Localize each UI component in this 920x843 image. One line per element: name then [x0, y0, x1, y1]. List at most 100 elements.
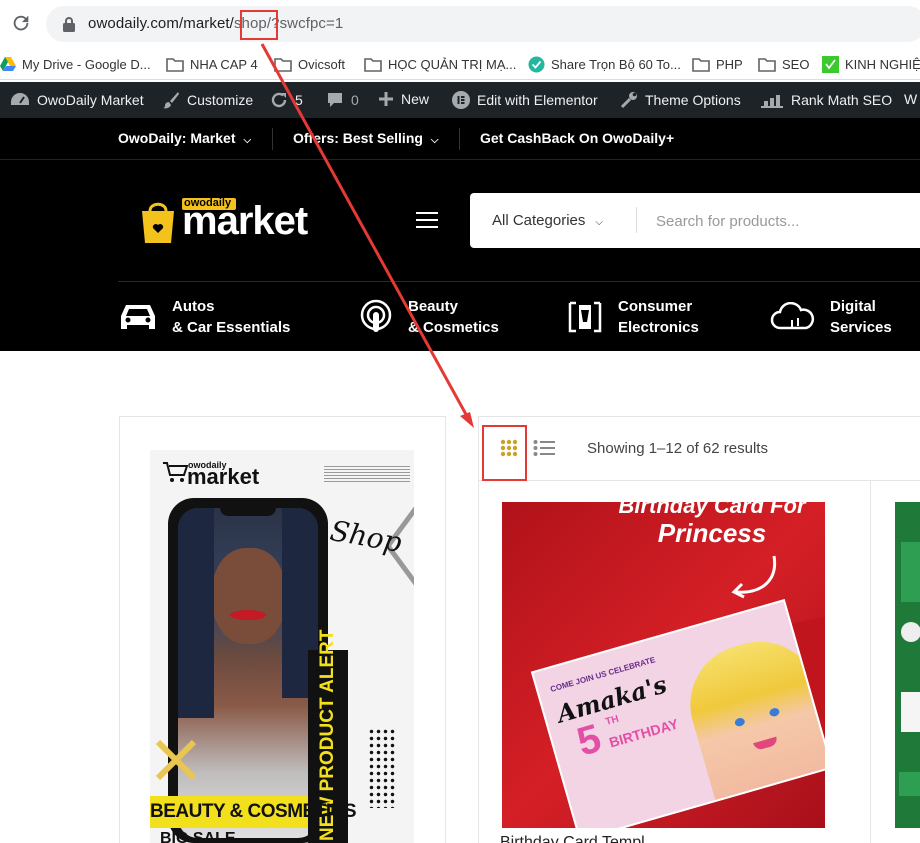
divider: [459, 128, 460, 150]
topnav-offers[interactable]: Offers: Best Selling ⌵: [293, 130, 439, 146]
bookmark-label: Ovicsoft: [298, 56, 345, 72]
category-digital[interactable]: Digital Services: [770, 296, 892, 338]
bookmark-seo[interactable]: SEO: [758, 55, 809, 73]
page: owodaily.com/market/shop/?swcfpc=1 My Dr…: [0, 0, 920, 843]
list-view-icon[interactable]: [533, 439, 555, 457]
phone-frame: [168, 498, 328, 843]
chevron-down-icon: ⌵: [430, 135, 439, 146]
green-square-icon: [822, 55, 839, 73]
phone-case-icon: [568, 301, 602, 333]
product-image-next[interactable]: [895, 502, 920, 828]
result-count: Showing 1–12 of 62 results: [587, 440, 768, 457]
divider: [272, 128, 273, 150]
admin-new-link[interactable]: New: [378, 91, 429, 107]
wrench-icon: [620, 92, 637, 109]
google-drive-icon: [0, 57, 16, 71]
bookmark-label: My Drive - Google D...: [22, 56, 151, 72]
top-nav: OwoDaily: Market ⌵ Offers: Best Selling ⌵ …: [0, 118, 920, 160]
reload-icon[interactable]: [10, 12, 32, 34]
menu-icon[interactable]: [416, 212, 438, 228]
admin-site-label: OwoDaily Market: [37, 92, 144, 108]
category-label: & Cosmetics: [408, 319, 499, 336]
bookmark-label: SEO: [782, 56, 810, 72]
bookmark-label: HỌC QUẢN TRỊ MẠ...: [388, 56, 517, 72]
admin-theme-options-label: Theme Options: [645, 92, 741, 108]
category-label: Electronics: [618, 319, 699, 336]
car-icon: [121, 305, 155, 329]
admin-rank-math-label: Rank Math SEO: [791, 92, 893, 108]
bookmark-hoc-quan-tri[interactable]: HỌC QUẢN TRỊ MẠ...: [364, 55, 516, 73]
folder-icon: [364, 57, 382, 72]
cart-icon: [163, 462, 188, 482]
category-beauty[interactable]: Beauty & Cosmetics: [358, 296, 499, 338]
topnav-cashback[interactable]: Get CashBack On OwoDaily+: [480, 130, 674, 146]
admin-rank-math-link[interactable]: Rank Math SEO: [760, 91, 892, 109]
admin-overflow-item[interactable]: W: [904, 91, 917, 107]
category-label: Beauty: [408, 298, 459, 315]
admin-elementor-link[interactable]: Edit with Elementor: [452, 91, 598, 109]
admin-updates-link[interactable]: 5: [270, 91, 303, 109]
banner-brand-big: market: [187, 464, 260, 489]
category-label: Services: [830, 319, 892, 336]
browser-address-bar: owodaily.com/market/shop/?swcfpc=1: [0, 0, 920, 48]
category-electronics[interactable]: Consumer Electronics: [566, 296, 699, 338]
bookmark-kinh-nghiem[interactable]: KINH NGHIỆ: [822, 55, 920, 73]
chevron-down-icon: ⌵: [243, 135, 252, 146]
wp-admin-bar: OwoDaily Market Customize 5 0 New Edit w…: [0, 82, 920, 118]
category-autos[interactable]: Autos & Car Essentials: [118, 296, 290, 338]
comment-icon: [328, 93, 342, 107]
bookmark-label: NHA CAP 4: [190, 56, 258, 72]
admin-updates-count: 5: [295, 92, 303, 108]
admin-comments-link[interactable]: 0: [326, 91, 359, 109]
bookmark-nha-cap-4[interactable]: NHA CAP 4: [166, 55, 258, 73]
logo-big-text: market: [182, 199, 308, 243]
banner-photo: [178, 508, 318, 838]
bookmark-share-tron-bo[interactable]: Share Trọn Bộ 60 To...: [528, 55, 681, 73]
bookmark-google-drive[interactable]: My Drive - Google D...: [0, 55, 151, 73]
elementor-icon: [452, 91, 470, 109]
bookmark-label: PHP: [716, 56, 743, 72]
brush-icon: [163, 92, 179, 109]
folder-icon: [692, 57, 710, 72]
plus-icon: [379, 92, 393, 106]
bookmarks-bar: My Drive - Google D... NHA CAP 4 Ovicsof…: [0, 48, 920, 80]
search-input[interactable]: [656, 210, 916, 232]
divider: [870, 481, 871, 843]
annotation-grid-highlight: [482, 425, 527, 481]
admin-new-label: New: [401, 91, 430, 107]
topnav-label: Offers: Best Selling: [293, 130, 423, 146]
admin-theme-options-link[interactable]: Theme Options: [620, 91, 741, 109]
topnav-market[interactable]: OwoDaily: Market ⌵: [118, 130, 251, 146]
check-circle-icon: [528, 56, 545, 72]
chevron-down-icon: ⌵: [595, 217, 603, 228]
product-title[interactable]: Birthday Card Templ...: [500, 834, 658, 843]
category-label: Autos: [172, 298, 215, 315]
banner-sale-text: BIG SALE: [160, 830, 236, 843]
dashboard-icon: [11, 93, 29, 105]
url-rest: /?swcfpc=1: [266, 15, 344, 32]
cross-shape: [155, 739, 197, 781]
admin-site-link[interactable]: OwoDaily Market: [10, 91, 144, 109]
category-select[interactable]: All Categories ⌵: [492, 212, 603, 229]
product-image-birthday-card[interactable]: Birthday Card For Princess COME JOIN US …: [502, 502, 825, 828]
url-box[interactable]: owodaily.com/market/shop/?swcfpc=1: [46, 6, 920, 42]
banner-caption: BEAUTY & COSMETICS: [150, 796, 357, 828]
updates-icon: [271, 92, 287, 108]
admin-customize-label: Customize: [187, 92, 254, 108]
bookmark-label: Share Trọn Bộ 60 To...: [551, 56, 681, 72]
invite-age: 5: [572, 716, 606, 765]
podcast-icon: [360, 299, 392, 332]
product-headline: Birthday Card For Princess: [612, 502, 812, 548]
banner-dots: [368, 728, 396, 808]
url-text[interactable]: owodaily.com/market/shop/?swcfpc=1: [88, 15, 343, 32]
sidebar-banner[interactable]: owodaily market Shop NEW PRODUCT ALERT B…: [150, 450, 414, 843]
bookmark-php[interactable]: PHP: [692, 55, 743, 73]
bookmark-ovicsoft[interactable]: Ovicsoft: [274, 55, 345, 73]
topnav-label: OwoDaily: Market: [118, 130, 236, 146]
lock-icon: [63, 17, 75, 32]
product-headline-line1: Birthday Card For: [618, 502, 806, 518]
admin-customize-link[interactable]: Customize: [162, 91, 253, 109]
admin-comments-count: 0: [351, 92, 359, 108]
product-headline-line2: Princess: [657, 518, 767, 548]
folder-icon: [166, 57, 184, 72]
